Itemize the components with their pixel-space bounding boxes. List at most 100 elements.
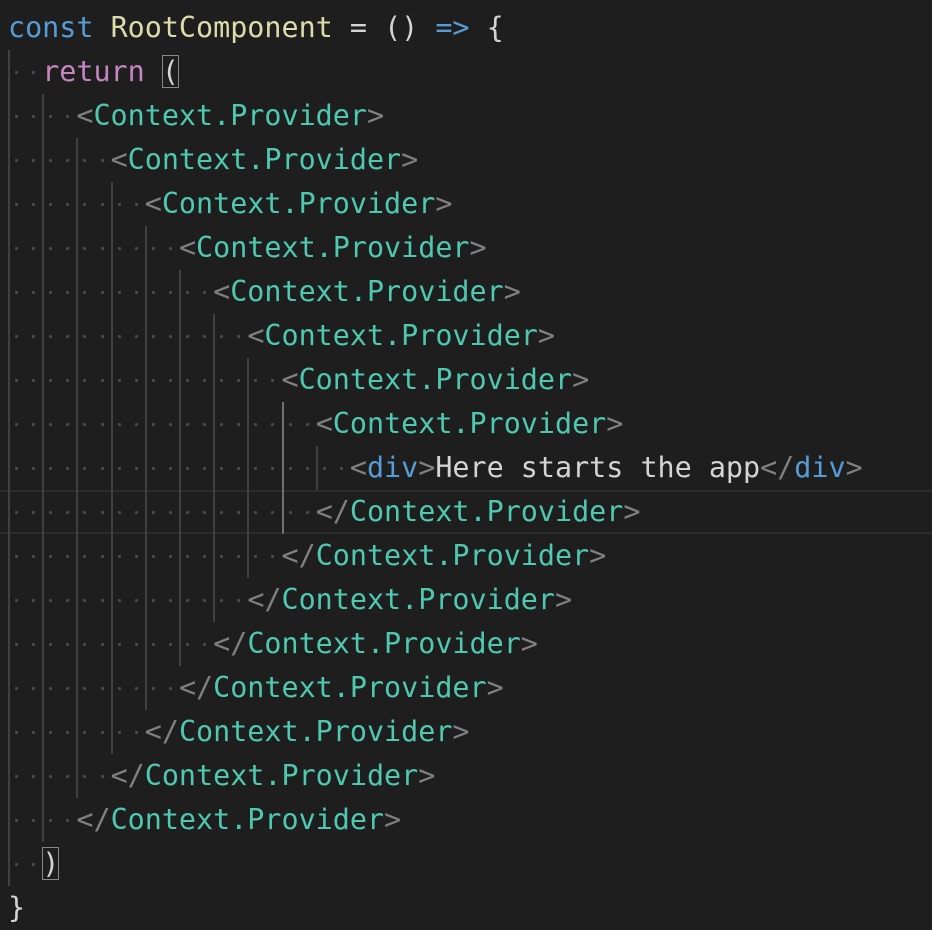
whitespace-dot xyxy=(203,379,207,382)
whitespace-dot xyxy=(32,379,36,382)
code-line[interactable]: <Context.Provider> xyxy=(0,402,932,446)
whitespace-dot xyxy=(100,687,104,690)
code-token: </ xyxy=(144,715,179,748)
code-line[interactable]: <Context.Provider> xyxy=(0,270,932,314)
whitespace-dot xyxy=(134,643,138,646)
whitespace-dot xyxy=(271,555,275,558)
code-line[interactable]: </Context.Provider> xyxy=(0,534,932,578)
whitespace-dot xyxy=(15,687,19,690)
whitespace-dot xyxy=(117,555,121,558)
code-line[interactable]: ) xyxy=(0,842,932,886)
code-line[interactable]: const RootComponent = () => { xyxy=(0,6,932,50)
whitespace-dot xyxy=(83,291,87,294)
whitespace-dot xyxy=(254,467,258,470)
whitespace-dot xyxy=(203,423,207,426)
code-line[interactable]: <Context.Provider> xyxy=(0,138,932,182)
code-editor[interactable]: const RootComponent = () => {return (<Co… xyxy=(0,0,932,924)
code-text: <Context.Provider> xyxy=(247,314,555,358)
whitespace-dot xyxy=(151,555,155,558)
whitespace-dot xyxy=(32,423,36,426)
whitespace-dot xyxy=(168,687,172,690)
code-token: > xyxy=(418,451,436,484)
whitespace-dot xyxy=(151,511,155,514)
whitespace-dot xyxy=(237,335,241,338)
whitespace-dot xyxy=(66,731,70,734)
whitespace-dot xyxy=(49,159,53,162)
code-text: </Context.Provider> xyxy=(76,798,401,842)
code-line[interactable]: </Context.Provider> xyxy=(0,666,932,710)
code-line[interactable]: <Context.Provider> xyxy=(0,358,932,402)
code-line[interactable]: <Context.Provider> xyxy=(0,94,932,138)
whitespace-dot xyxy=(83,599,87,602)
whitespace-dot xyxy=(66,511,70,514)
whitespace-dot xyxy=(168,599,172,602)
whitespace-dot xyxy=(66,599,70,602)
whitespace-dot xyxy=(49,555,53,558)
whitespace-dot xyxy=(49,599,53,602)
code-text: </Context.Provider> xyxy=(213,622,538,666)
whitespace-dot xyxy=(237,599,241,602)
code-line[interactable]: </Context.Provider> xyxy=(0,578,932,622)
whitespace-dot xyxy=(117,687,121,690)
whitespace-dot xyxy=(32,643,36,646)
code-token: Context.Provider xyxy=(144,759,419,792)
code-token: </ xyxy=(247,583,282,616)
whitespace-dot xyxy=(288,467,292,470)
code-line[interactable]: </Context.Provider> xyxy=(0,710,932,754)
whitespace-dot xyxy=(117,203,121,206)
code-token: < xyxy=(110,143,128,176)
whitespace-dot xyxy=(15,599,19,602)
whitespace-dot xyxy=(15,863,19,866)
code-token: Context.Provider xyxy=(281,583,555,616)
whitespace-dot xyxy=(66,379,70,382)
code-text: <Context.Provider> xyxy=(179,226,487,270)
code-token: </ xyxy=(213,627,248,660)
code-token: } xyxy=(8,891,26,924)
whitespace-dot xyxy=(134,687,138,690)
code-line[interactable]: <Context.Provider> xyxy=(0,182,932,226)
code-line[interactable]: </Context.Provider> xyxy=(0,622,932,666)
whitespace-dot xyxy=(100,379,104,382)
whitespace-dot xyxy=(66,775,70,778)
whitespace-dot xyxy=(117,335,121,338)
whitespace-dot xyxy=(237,379,241,382)
whitespace-dot xyxy=(83,511,87,514)
whitespace-dot xyxy=(151,687,155,690)
whitespace-dot xyxy=(49,203,53,206)
code-token: Context.Provider xyxy=(161,187,436,220)
code-token: </ xyxy=(110,759,145,792)
indent-guide xyxy=(8,50,10,886)
whitespace-dot xyxy=(32,335,36,338)
code-line[interactable]: </Context.Provider> xyxy=(0,754,932,798)
code-token: Context.Provider xyxy=(298,363,573,396)
whitespace-dot xyxy=(117,467,121,470)
indent-guide xyxy=(247,358,250,578)
whitespace-dot xyxy=(271,511,275,514)
whitespace-dot xyxy=(83,687,87,690)
code-token: < xyxy=(315,407,333,440)
whitespace-dot xyxy=(66,555,70,558)
whitespace-dot xyxy=(15,379,19,382)
whitespace-dot xyxy=(203,643,207,646)
code-line[interactable]: </Context.Provider> xyxy=(0,798,932,842)
code-line[interactable]: <div>Here starts the app</div> xyxy=(0,446,932,490)
whitespace-dot xyxy=(32,159,36,162)
whitespace-dot xyxy=(100,423,104,426)
code-token: div xyxy=(794,451,846,484)
whitespace-dot xyxy=(15,775,19,778)
whitespace-dot xyxy=(49,643,53,646)
code-token: { xyxy=(469,11,504,44)
code-line[interactable]: </Context.Provider> xyxy=(0,490,932,534)
whitespace-dot xyxy=(83,203,87,206)
whitespace-dot xyxy=(100,247,104,250)
whitespace-dot xyxy=(151,247,155,250)
code-line[interactable]: <Context.Provider> xyxy=(0,226,932,270)
code-line[interactable]: } xyxy=(0,886,932,930)
code-line[interactable]: <Context.Provider> xyxy=(0,314,932,358)
whitespace-dot xyxy=(32,203,36,206)
whitespace-dot xyxy=(66,335,70,338)
code-token: = xyxy=(332,11,385,44)
code-text: </Context.Provider> xyxy=(111,754,436,798)
whitespace-dot xyxy=(271,423,275,426)
code-line[interactable]: return ( xyxy=(0,50,932,94)
